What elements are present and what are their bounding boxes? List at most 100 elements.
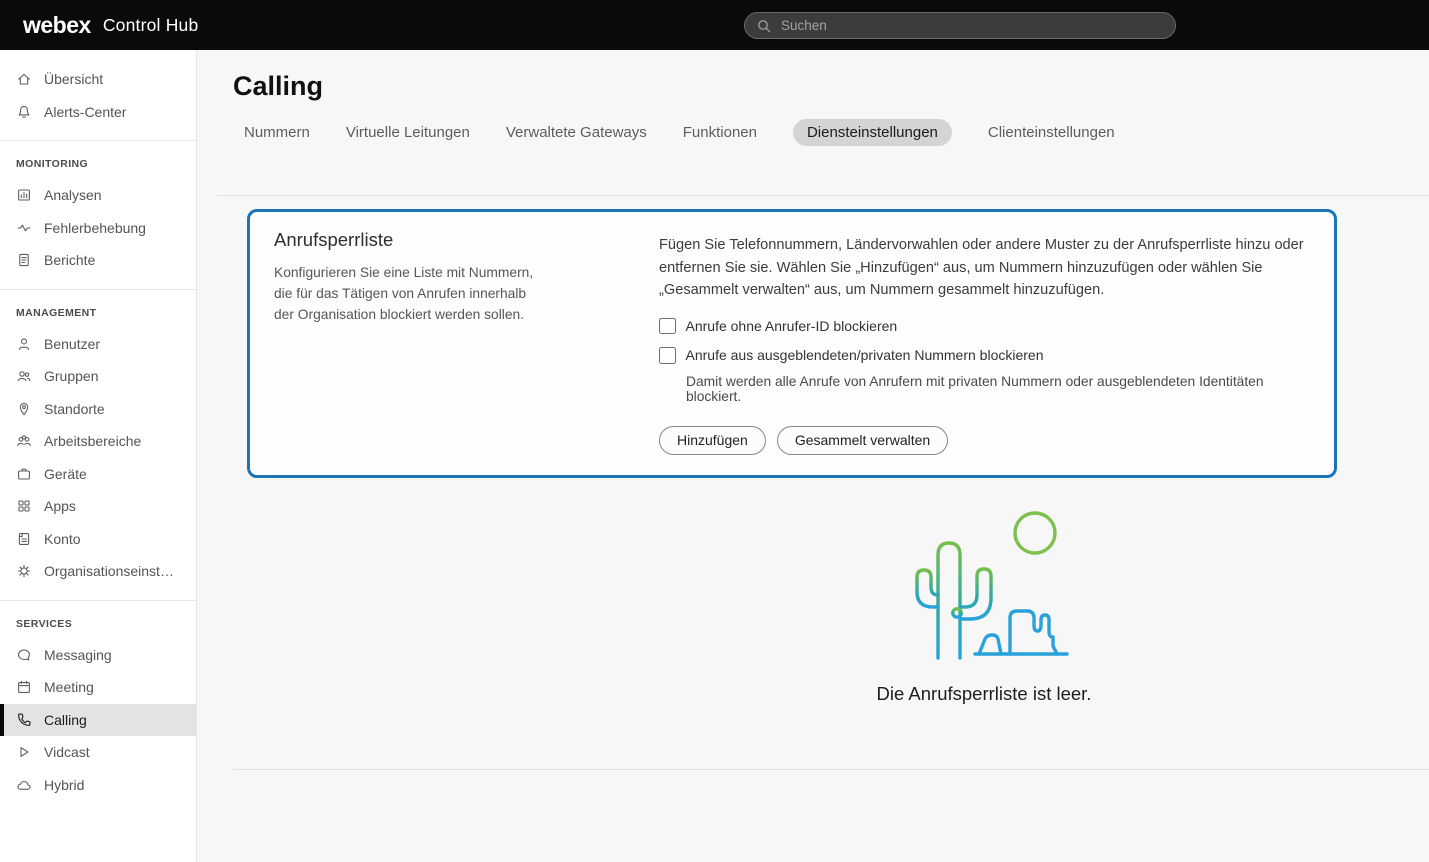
sidebar-section-management: MANAGEMENT [0,299,196,328]
logo-webex-text: webex [23,12,91,39]
bulk-manage-button[interactable]: Gesammelt verwalten [777,426,948,455]
calendar-icon [16,679,32,695]
empty-state-message: Die Anrufsperrliste ist leer. [774,683,1194,705]
search-icon [756,18,772,34]
gear-icon [16,563,32,579]
report-icon [16,252,32,268]
sidebar-item-meeting[interactable]: Meeting [0,671,196,704]
sidebar-item-standorte[interactable]: Standorte [0,393,196,426]
card-description: Fügen Sie Telefonnummern, Ländervorwahle… [659,234,1310,302]
sidebar-section-monitoring: MONITORING [0,150,196,179]
checkbox-label[interactable]: Anrufe ohne Anrufer-ID blockieren [686,318,898,334]
sidebar-item-label: Vidcast [44,744,90,760]
webex-logo: webex Control Hub [23,0,198,50]
device-icon [16,466,32,482]
sidebar-item-messaging[interactable]: Messaging [0,639,196,672]
sidebar-item-label: Calling [44,712,87,728]
bottom-divider [233,769,1429,770]
bell-icon [16,104,32,120]
sidebar-item-label: Analysen [44,187,102,203]
card-right-column: Fügen Sie Telefonnummern, Ländervorwahle… [659,229,1310,455]
account-icon [16,531,32,547]
rocks [975,611,1067,654]
sidebar-item-konto[interactable]: Konto [0,523,196,556]
sidebar-item-label: Meeting [44,679,94,695]
tab-verwaltete-gateways[interactable]: Verwaltete Gateways [506,124,647,141]
checkbox-block-hidden-private-numbers[interactable] [659,347,676,364]
sidebar-item-hybrid[interactable]: Hybrid [0,769,196,802]
sidebar-item-uebersicht[interactable]: Übersicht [0,63,196,96]
global-search[interactable] [744,12,1176,39]
checkbox-row-anonymous-caller: Anrufe ohne Anrufer-ID blockieren [659,318,1310,335]
sidebar-item-apps[interactable]: Apps [0,490,196,523]
sidebar-item-fehlerbehebung[interactable]: Fehlerbehebung [0,212,196,245]
main-content: Calling Nummern Virtuelle Leitungen Verw… [197,50,1429,862]
sidebar-item-label: Gruppen [44,368,98,384]
sidebar-item-label: Messaging [44,647,112,663]
bar-chart-icon [16,187,32,203]
sidebar-item-label: Berichte [44,252,95,268]
location-pin-icon [16,401,32,417]
sidebar-item-label: Konto [44,531,81,547]
phone-icon [16,712,32,728]
desert-cactus-illustration [897,508,1072,666]
home-icon [16,71,32,87]
workspaces-icon [16,433,32,449]
sidebar-item-alerts-center[interactable]: Alerts-Center [0,96,196,129]
chat-icon [16,647,32,663]
empty-state: Die Anrufsperrliste ist leer. [774,508,1194,705]
sidebar-item-vidcast[interactable]: Vidcast [0,736,196,769]
checkbox-note: Damit werden alle Anrufe von Anrufern mi… [686,374,1310,404]
tab-clienteinstellungen[interactable]: Clienteinstellungen [988,124,1115,141]
topbar: webex Control Hub [0,0,1429,50]
sidebar-item-label: Organisationseinstellun... [44,563,180,579]
checkbox-label[interactable]: Anrufe aus ausgeblendeten/privaten Numme… [686,347,1044,363]
card-subtitle: Konfigurieren Sie eine Liste mit Nummern… [274,262,536,325]
sidebar-item-berichte[interactable]: Berichte [0,244,196,277]
sidebar-item-benutzer[interactable]: Benutzer [0,328,196,361]
checkbox-row-hidden-numbers: Anrufe aus ausgeblendeten/privaten Numme… [659,347,1310,364]
card-title: Anrufsperrliste [274,229,659,251]
apps-grid-icon [16,498,32,514]
sidebar-divider [0,289,196,290]
sidebar-item-label: Alerts-Center [44,104,126,120]
sidebar: Übersicht Alerts-Center MONITORING Analy… [0,50,197,862]
sidebar-item-gruppen[interactable]: Gruppen [0,360,196,393]
tab-virtuelle-leitungen[interactable]: Virtuelle Leitungen [346,124,470,141]
logo-control-hub-text: Control Hub [103,15,199,36]
search-input[interactable] [781,18,1151,33]
sidebar-item-organisationseinstellungen[interactable]: Organisationseinstellun... [0,555,196,588]
tab-diensteinstellungen[interactable]: Diensteinstellungen [793,119,952,146]
tab-funktionen[interactable]: Funktionen [683,124,757,141]
add-button[interactable]: Hinzufügen [659,426,766,455]
cactus [903,543,1009,658]
sidebar-item-label: Arbeitsbereiche [44,433,141,449]
sidebar-item-label: Fehlerbehebung [44,220,146,236]
tabs-divider [217,195,1429,196]
sidebar-item-label: Hybrid [44,777,84,793]
sidebar-item-label: Benutzer [44,336,100,352]
sidebar-item-label: Geräte [44,466,87,482]
card-actions: Hinzufügen Gesammelt verwalten [659,426,1310,455]
tab-bar: Nummern Virtuelle Leitungen Verwaltete G… [244,118,1429,146]
sidebar-item-calling[interactable]: Calling [0,704,196,737]
card-left-column: Anrufsperrliste Konfigurieren Sie eine L… [274,229,659,455]
sidebar-divider [0,140,196,141]
sidebar-section-services: SERVICES [0,610,196,639]
sidebar-item-geraete[interactable]: Geräte [0,458,196,491]
users-icon [16,368,32,384]
play-icon [16,744,32,760]
tab-nummern[interactable]: Nummern [244,124,310,141]
call-block-list-card: Anrufsperrliste Konfigurieren Sie eine L… [247,209,1337,478]
user-icon [16,336,32,352]
sidebar-divider [0,600,196,601]
sidebar-item-label: Übersicht [44,71,103,87]
pulse-icon [16,220,32,236]
page-title: Calling [233,71,1429,102]
checkbox-block-no-caller-id[interactable] [659,318,676,335]
sidebar-item-arbeitsbereiche[interactable]: Arbeitsbereiche [0,425,196,458]
sidebar-item-analysen[interactable]: Analysen [0,179,196,212]
cloud-icon [16,777,32,793]
sidebar-item-label: Apps [44,498,76,514]
sidebar-item-label: Standorte [44,401,105,417]
